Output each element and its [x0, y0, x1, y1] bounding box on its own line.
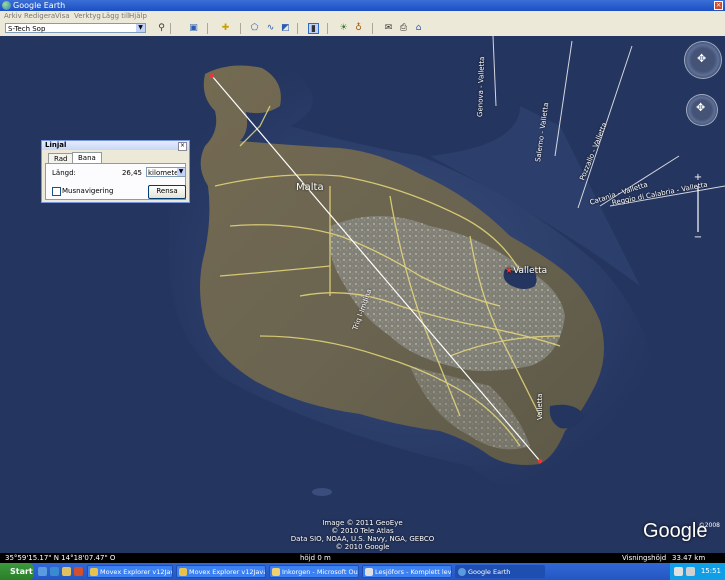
unit-select[interactable]: kilometer ▼ — [146, 167, 186, 177]
search-select[interactable]: S-Tech Sop ▼ — [5, 23, 146, 33]
credit-line: © 2010 Tele Atlas — [331, 527, 394, 535]
task-label: Movex Explorer v12Java... — [100, 568, 172, 576]
menu-hjalp[interactable]: Hjälp — [129, 11, 147, 21]
task-label: Google Earth — [468, 568, 511, 576]
app-icon[interactable] — [74, 567, 83, 576]
ruler-panel: Längd: 26,45 kilometer ▼ Musnavigering R… — [45, 163, 186, 200]
desktop-icon[interactable] — [38, 567, 47, 576]
road-label: Valletta — [536, 393, 544, 420]
print-icon[interactable]: ⎙ — [398, 23, 409, 34]
title-bar: Google Earth × — [0, 0, 725, 11]
length-value: 26,45 — [121, 169, 142, 177]
planet-icon[interactable]: ♁ — [353, 23, 364, 34]
browser-icon[interactable] — [50, 567, 59, 576]
zoom-slider[interactable] — [697, 186, 699, 232]
taskbar: Start Movex Explorer v12Java... Movex Ex… — [0, 563, 725, 580]
search-select-value: S-Tech Sop — [8, 25, 46, 33]
menu-lagg-till[interactable]: Lägg till — [102, 11, 130, 21]
clear-button[interactable]: Rensa — [148, 185, 186, 199]
clock: 15:51 — [700, 567, 721, 575]
network-icon[interactable] — [674, 567, 683, 576]
sidebar-icon[interactable]: ▣ — [188, 23, 199, 34]
task-google-earth[interactable]: Google Earth — [455, 565, 545, 578]
menu-visa[interactable]: Visa — [55, 11, 70, 21]
chevron-down-icon[interactable]: ▼ — [177, 168, 185, 176]
ruler-title: Linjal — [42, 141, 189, 150]
toolbar-separator — [297, 23, 298, 34]
folder-icon[interactable] — [62, 567, 71, 576]
app-icon — [179, 568, 187, 576]
search-icon[interactable]: ⚲ — [156, 23, 167, 34]
credit-line: Image © 2011 GeoEye — [322, 519, 403, 527]
task-label: Movex Explorer v12Java... — [189, 568, 266, 576]
menu-bar: Arkiv Redigera Visa Verktyg Lägg till Hj… — [0, 11, 725, 21]
app-icon — [90, 568, 98, 576]
polygon-icon[interactable]: ⬠ — [249, 23, 260, 34]
status-bar: 35°59'15.17" N 14°18'07.47" O höjd 0 m V… — [0, 553, 725, 563]
close-window-button[interactable]: × — [714, 1, 723, 10]
menu-verktyg[interactable]: Verktyg — [74, 11, 101, 21]
document-icon — [365, 568, 373, 576]
islet — [312, 488, 332, 496]
eye-alt-label: Visningshöjd — [622, 554, 667, 562]
email-icon[interactable]: ✉ — [383, 23, 394, 34]
coordinates: 35°59'15.17" N 14°18'07.47" O — [5, 554, 116, 562]
task-label: Lesjöfors - Komplett leve... — [375, 568, 452, 576]
mail-icon — [272, 568, 280, 576]
overlay-icon[interactable]: ◩ — [280, 23, 291, 34]
task-outlook[interactable]: Inkorgen - Microsoft Outl... — [269, 565, 359, 578]
task-lesjofors[interactable]: Lesjöfors - Komplett leve... — [362, 565, 452, 578]
capital-star-icon: ★ — [505, 266, 514, 276]
toolbar-separator — [240, 23, 241, 34]
look-control[interactable]: ✥ — [684, 41, 722, 79]
chevron-down-icon[interactable]: ▼ — [136, 24, 145, 32]
start-button[interactable]: Start — [0, 563, 34, 580]
path-icon[interactable]: ∿ — [265, 23, 276, 34]
task-movex-2[interactable]: Movex Explorer v12Java... — [176, 565, 266, 578]
toolbar-separator — [207, 23, 208, 34]
label-valletta: ★Valletta — [505, 266, 547, 276]
toolbar-separator — [327, 23, 328, 34]
credit-line: © 2010 Google — [335, 543, 390, 551]
eye-alt-value: 33.47 km — [672, 554, 706, 562]
mouse-nav-label: Musnavigering — [62, 187, 114, 195]
elevation: höjd 0 m — [300, 554, 331, 562]
look-joystick-icon[interactable]: ✥ — [697, 52, 706, 65]
ruler-icon[interactable]: ▮ — [308, 23, 319, 34]
move-control[interactable]: ✥ — [686, 94, 718, 126]
year-badge: ©2008 — [698, 522, 720, 529]
menu-arkiv[interactable]: Arkiv — [4, 11, 22, 21]
ruler-end-point — [538, 459, 542, 463]
ruler-start-point — [210, 74, 214, 78]
toolbar-separator — [170, 23, 171, 34]
label-valletta-text: Valletta — [513, 266, 548, 276]
move-joystick-icon[interactable]: ✥ — [696, 101, 705, 114]
task-label: Inkorgen - Microsoft Outl... — [282, 568, 358, 576]
close-icon[interactable]: × — [178, 142, 187, 151]
volume-icon[interactable] — [686, 567, 695, 576]
toolbar: S-Tech Sop ▼ ⚲ ▣ ✚ ⬠ ∿ ◩ ▮ ☀ ♁ ✉ ⎙ ⌂ — [0, 21, 725, 37]
sun-icon[interactable]: ☀ — [338, 23, 349, 34]
window-title: Google Earth — [13, 1, 66, 10]
system-tray: 15:51 — [670, 563, 725, 580]
maps-icon[interactable]: ⌂ — [413, 23, 424, 34]
toolbar-separator — [372, 23, 373, 34]
length-label: Längd: — [52, 169, 76, 177]
task-movex-1[interactable]: Movex Explorer v12Java... — [87, 565, 173, 578]
placemark-icon[interactable]: ✚ — [220, 23, 231, 34]
menu-redigera[interactable]: Redigera — [24, 11, 55, 21]
ruler-dialog: Linjal × Rad Bana Längd: 26,45 kilometer… — [41, 140, 190, 203]
mouse-nav-checkbox[interactable] — [52, 187, 61, 196]
zoom-in-button[interactable]: + — [693, 173, 703, 183]
google-earth-icon — [458, 568, 466, 576]
google-earth-icon — [2, 1, 11, 10]
label-malta: Malta — [296, 182, 324, 193]
map-view[interactable]: Malta ★Valletta Triq l-Imdina Salerno - … — [0, 36, 725, 553]
credit-line: Data SIO, NOAA, U.S. Navy, NGA, GEBCO — [290, 535, 435, 543]
zoom-out-button[interactable]: − — [693, 233, 703, 243]
